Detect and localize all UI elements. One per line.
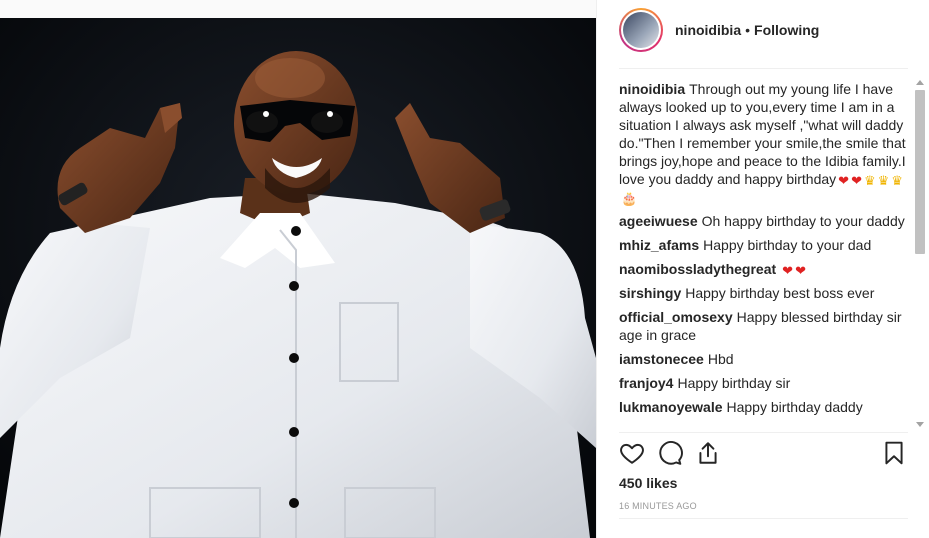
header-divider [619, 68, 908, 69]
scroll-down-arrow[interactable] [916, 422, 924, 427]
comment-text: Happy birthday best boss ever [685, 285, 875, 301]
comment-username[interactable]: mhiz_afams [619, 237, 699, 253]
comment-text: Oh happy birthday to your daddy [701, 213, 905, 229]
comment-item: lukmanoyewale Happy birthday daddy [619, 398, 908, 416]
comments-scrollbar[interactable] [914, 80, 926, 430]
comment-text: Happy birthday to your dad [703, 237, 872, 253]
header-separator: • [745, 22, 751, 38]
crown-emoji: ♛ [863, 173, 876, 188]
post-timestamp: 16 MINUTES AGO [619, 501, 697, 511]
comment-item: naomibossladythegreat ❤ ❤ [619, 260, 908, 278]
comment-username[interactable]: franjoy4 [619, 375, 673, 391]
crown-emoji: ♛ [877, 173, 890, 188]
share-icon[interactable] [695, 440, 723, 468]
comments-divider [619, 432, 908, 433]
avatar-image [623, 12, 659, 48]
comment-username[interactable]: ageeiwuese [619, 213, 698, 229]
cake-emoji: 🎂 [621, 191, 638, 206]
comment-username[interactable]: naomibossladythegreat [619, 261, 776, 277]
comment-username[interactable]: iamstonecee [619, 351, 704, 367]
bookmark-icon[interactable] [881, 440, 909, 468]
comment-username[interactable]: sirshingy [619, 285, 681, 301]
heart-emoji: ❤ [782, 263, 794, 278]
comments-list[interactable]: ninoidibia Through out my young life I ha… [619, 80, 908, 430]
comment-item: sirshingy Happy birthday best boss ever [619, 284, 908, 302]
crown-emoji: ♛ [891, 173, 903, 188]
comment-item: ninoidibia Through out my young life I ha… [619, 80, 908, 206]
following-button[interactable]: Following [754, 22, 819, 38]
comment-text: Hbd [707, 351, 734, 367]
scroll-up-arrow[interactable] [916, 80, 924, 85]
header-text: ninoidibia • Following [675, 22, 819, 38]
avatar[interactable] [619, 8, 663, 52]
comment-item: franjoy4 Happy birthday sir [619, 374, 908, 392]
heart-emoji: ❤ [851, 173, 862, 188]
action-bar [619, 440, 908, 470]
likes-count[interactable]: 450 likes [619, 475, 677, 491]
post-side-panel: ninoidibia • Following ninoidibia Through o… [596, 0, 929, 538]
heart-emoji: ❤ [838, 173, 850, 188]
comment-text: Happy birthday daddy [726, 399, 863, 415]
heart-icon[interactable] [619, 440, 647, 468]
heart-emoji: ❤ [795, 263, 806, 278]
post-photo[interactable] [0, 18, 596, 538]
comment-item: official_omosexy Happy blessed birthday s… [619, 308, 908, 344]
comment-username[interactable]: lukmanoyewale [619, 399, 723, 415]
photo-top-strip [0, 0, 596, 18]
comment-icon[interactable] [657, 440, 685, 468]
footer-divider [619, 518, 908, 519]
comment-text: Happy birthday sir [677, 375, 791, 391]
comment-item: ageeiwuese Oh happy birthday to your dadd… [619, 212, 908, 230]
post-header: ninoidibia • Following [597, 0, 929, 62]
comment-item: iamstonecee Hbd [619, 350, 908, 368]
post-username[interactable]: ninoidibia [675, 22, 741, 38]
scroll-thumb[interactable] [915, 90, 925, 254]
comment-username[interactable]: ninoidibia [619, 81, 685, 97]
comment-username[interactable]: official_omosexy [619, 309, 733, 325]
comment-item: mhiz_afams Happy birthday to your dad [619, 236, 908, 254]
